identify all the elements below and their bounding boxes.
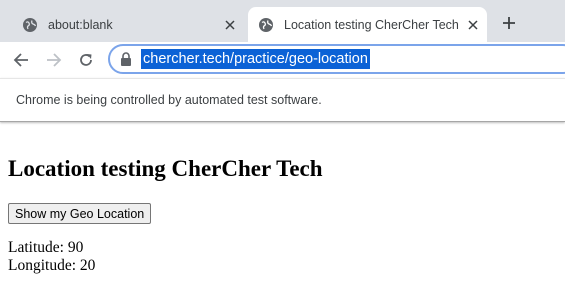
tab-strip: about:blank Location testing CherCher Te… (0, 0, 565, 42)
browser-toolbar: chercher.tech/practice/geo-location (0, 42, 565, 78)
latitude-label: Latitude: (8, 239, 64, 256)
tab-about-blank[interactable]: about:blank (12, 7, 244, 42)
forward-icon[interactable] (45, 51, 63, 69)
tab-title: Location testing CherCher Tech (284, 17, 459, 32)
globe-icon (22, 17, 38, 33)
page-title: Location testing CherCher Tech (8, 156, 323, 181)
close-icon[interactable] (222, 17, 238, 33)
url-text[interactable]: chercher.tech/practice/geo-location (141, 49, 370, 69)
latitude-value: 90 (67, 239, 84, 256)
reload-icon[interactable] (77, 51, 95, 69)
address-bar[interactable]: chercher.tech/practice/geo-location (108, 44, 565, 74)
lock-icon[interactable] (120, 52, 132, 66)
coordinates: Latitude: 90 Longitude: 20 (8, 239, 95, 275)
longitude-value: 20 (79, 257, 96, 274)
tab-location-testing[interactable]: Location testing CherCher Tech (248, 7, 487, 42)
show-geo-location-button[interactable]: Show my Geo Location (8, 203, 152, 224)
latitude-line: Latitude: 90 (8, 239, 95, 257)
tab-title: about:blank (48, 17, 113, 32)
infobar-message: Chrome is being controlled by automated … (16, 93, 322, 107)
longitude-label: Longitude: (8, 257, 77, 274)
longitude-line: Longitude: 20 (8, 257, 95, 275)
plus-icon[interactable] (498, 12, 520, 34)
close-icon[interactable] (465, 17, 481, 33)
globe-icon (258, 17, 274, 33)
automation-infobar: Chrome is being controlled by automated … (0, 78, 565, 122)
back-icon[interactable] (12, 51, 30, 69)
